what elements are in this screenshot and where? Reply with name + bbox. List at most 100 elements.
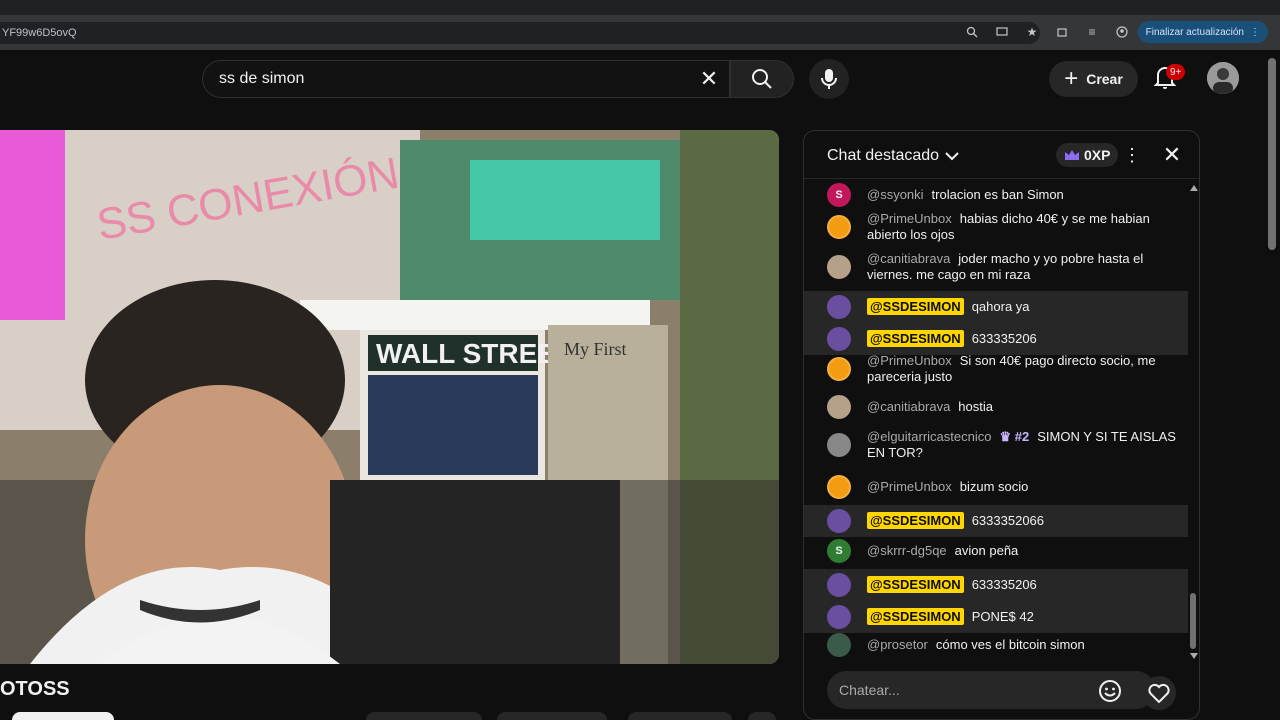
chat-message-body: @SSDESIMON 633335206	[867, 576, 1187, 593]
video-title: OTOSS	[0, 678, 70, 700]
chat-author-avatar[interactable]: S	[827, 183, 851, 207]
install-app-icon[interactable]	[994, 24, 1010, 40]
chat-mode-selector[interactable]: Chat destacado	[827, 147, 959, 165]
chat-author-avatar[interactable]	[827, 433, 851, 457]
chat-message[interactable]: S @ssyonki trolacion es ban Simon	[804, 183, 1188, 207]
chat-author-name[interactable]: @ssyonki	[867, 187, 924, 202]
zoom-icon[interactable]	[964, 24, 980, 40]
chip[interactable]	[497, 712, 607, 720]
chip-active[interactable]	[12, 712, 114, 720]
browser-menu-icon[interactable]: ⋮	[1250, 27, 1260, 38]
chat-author-name[interactable]: @PrimeUnbox	[867, 353, 952, 368]
chat-message[interactable]: @elguitarricastecnico ♛ #2 SIMON Y SI TE A…	[804, 425, 1188, 465]
chat-author-name[interactable]: @SSDESIMON	[867, 576, 964, 593]
chat-author-name[interactable]: @PrimeUnbox	[867, 211, 952, 226]
heart-icon	[1148, 683, 1170, 703]
page-scrollbar[interactable]	[1268, 58, 1276, 250]
chat-author-avatar[interactable]	[827, 215, 851, 239]
create-label: Crear	[1086, 71, 1123, 87]
extensions-icon[interactable]	[1054, 24, 1070, 40]
chat-author-name[interactable]: @prosetor	[867, 637, 928, 652]
chat-scrollbar-thumb[interactable]	[1190, 593, 1196, 649]
account-avatar[interactable]	[1207, 62, 1239, 94]
search-button[interactable]	[730, 60, 794, 98]
chat-author-avatar[interactable]	[827, 327, 851, 351]
chat-message[interactable]: @SSDESIMON PONE$ 42	[804, 601, 1188, 633]
microphone-icon	[821, 69, 837, 89]
create-button[interactable]: + Crear	[1049, 61, 1138, 97]
chat-author-name[interactable]: @SSDESIMON	[867, 608, 964, 625]
my-first-sign: My First	[564, 339, 627, 359]
chat-author-name[interactable]: @skrrr-dg5qe	[867, 543, 947, 558]
chat-message-text: 633335206	[971, 577, 1037, 592]
video-frame: WALL STREET My First SS CONEXIÓN	[0, 130, 779, 664]
chat-message-text: 633335206	[971, 331, 1037, 346]
chat-title: Chat destacado	[827, 147, 940, 164]
chat-author-name[interactable]: @PrimeUnbox	[867, 479, 952, 494]
chat-message[interactable]: @PrimeUnbox bizum socio	[804, 473, 1188, 501]
chat-author-avatar[interactable]	[827, 295, 851, 319]
search-input[interactable]: ss de simon ✕	[202, 60, 730, 98]
chip[interactable]	[366, 712, 482, 720]
chat-author-name[interactable]: @SSDESIMON	[867, 298, 964, 315]
chat-author-name[interactable]: @canitiabrava	[867, 399, 950, 414]
chat-messages: S @ssyonki trolacion es ban Simon @PrimeUnb…	[804, 179, 1188, 663]
xp-button[interactable]: 0XP	[1056, 143, 1119, 167]
notification-count: 9+	[1170, 66, 1182, 78]
live-chat-panel: Chat destacado 0XP ⋮ ✕ S @ssyonki trolacio…	[803, 130, 1200, 720]
search-query: ss de simon	[219, 70, 305, 87]
chat-rank-badge: ♛ #2	[999, 429, 1030, 444]
chat-author-avatar[interactable]	[827, 255, 851, 279]
chat-message-text: bizum socio	[959, 479, 1029, 494]
chat-author-avatar[interactable]	[827, 357, 851, 381]
finish-update-button[interactable]: Finalizar actualización ⋮	[1137, 21, 1268, 43]
chat-scrollbar[interactable]	[1188, 181, 1199, 663]
chat-message-text: qahora ya	[971, 299, 1030, 314]
chat-message-body: @prosetor cómo ves el bitcoin simon	[867, 637, 1187, 653]
video-player[interactable]: WALL STREET My First SS CONEXIÓN	[0, 130, 779, 664]
chat-message[interactable]: @SSDESIMON qahora ya	[804, 291, 1188, 323]
finish-update-label: Finalizar actualización	[1145, 26, 1244, 38]
clear-search-icon[interactable]: ✕	[697, 66, 721, 91]
chat-menu-icon[interactable]: ⋮	[1122, 145, 1142, 165]
media-control-icon[interactable]: ≡	[1084, 24, 1100, 40]
chat-author-avatar[interactable]	[827, 573, 851, 597]
chat-message-text: cómo ves el bitcoin simon	[935, 637, 1085, 652]
chat-message-text: PONE$ 42	[971, 609, 1034, 624]
chat-author-name[interactable]: @elguitarricastecnico	[867, 429, 991, 444]
chat-message-body: @skrrr-dg5qe avion peña	[867, 543, 1187, 559]
browser-toolbar-icons: ★ ≡	[964, 24, 1130, 40]
profile-icon[interactable]	[1114, 24, 1130, 40]
chat-author-avatar[interactable]	[827, 509, 851, 533]
chat-author-avatar[interactable]: S	[827, 539, 851, 563]
chat-message[interactable]: @canitiabrava hostia	[804, 393, 1188, 421]
chat-author-avatar[interactable]	[827, 633, 851, 657]
chat-message-body: @SSDESIMON 6333352066	[867, 512, 1187, 529]
chat-author-avatar[interactable]	[827, 395, 851, 419]
chat-message[interactable]: @PrimeUnbox Si son 40€ pago directo socio…	[804, 351, 1188, 387]
chat-message[interactable]: @prosetor cómo ves el bitcoin simon	[804, 631, 1188, 659]
like-heart-button[interactable]	[1142, 676, 1176, 710]
chat-author-name[interactable]: @SSDESIMON	[867, 512, 964, 529]
chip[interactable]	[628, 712, 732, 720]
chat-message-body: @SSDESIMON 633335206	[867, 330, 1187, 347]
emoji-button[interactable]	[1098, 679, 1122, 703]
close-chat-icon[interactable]: ✕	[1160, 142, 1184, 167]
chat-message[interactable]: @PrimeUnbox habias dicho 40€ y se me habi…	[804, 209, 1188, 245]
chat-message[interactable]: @SSDESIMON 633335206	[804, 569, 1188, 601]
chat-message[interactable]: @canitiabrava joder macho y yo pobre hast…	[804, 249, 1188, 285]
chat-message[interactable]: S @skrrr-dg5qe avion peña	[804, 537, 1188, 565]
address-bar[interactable]: YF99w6D5ovQ	[0, 22, 1040, 44]
browser-tab-strip	[0, 0, 1280, 15]
chat-author-avatar[interactable]	[827, 605, 851, 629]
bookmark-star-icon[interactable]: ★	[1024, 24, 1040, 40]
chip[interactable]	[748, 712, 776, 720]
chat-author-avatar[interactable]	[827, 475, 851, 499]
voice-search-button[interactable]	[809, 59, 849, 99]
chat-message-body: @PrimeUnbox habias dicho 40€ y se me habi…	[867, 211, 1187, 243]
chat-author-name[interactable]: @canitiabrava	[867, 251, 950, 266]
xp-label: 0XP	[1084, 147, 1111, 163]
chat-message-body: @SSDESIMON qahora ya	[867, 298, 1187, 315]
chat-author-name[interactable]: @SSDESIMON	[867, 330, 964, 347]
chat-message[interactable]: @SSDESIMON 6333352066	[804, 505, 1188, 537]
